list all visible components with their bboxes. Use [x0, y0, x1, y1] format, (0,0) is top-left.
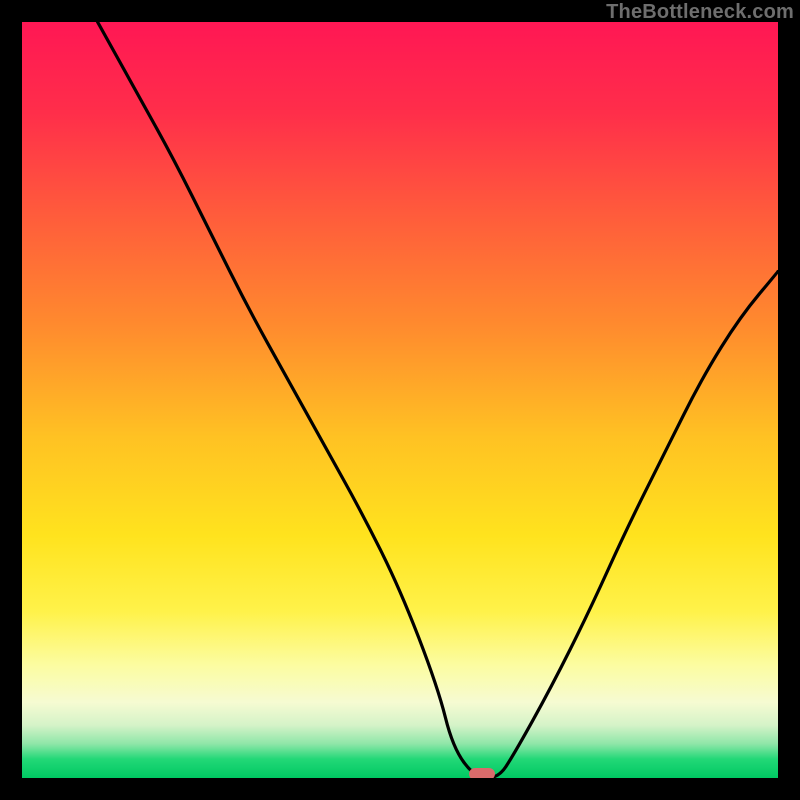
chart-frame: TheBottleneck.com	[0, 0, 800, 800]
optimal-marker	[469, 768, 495, 778]
watermark-text: TheBottleneck.com	[606, 1, 794, 24]
background-gradient	[22, 22, 778, 778]
plot-area	[22, 22, 778, 778]
